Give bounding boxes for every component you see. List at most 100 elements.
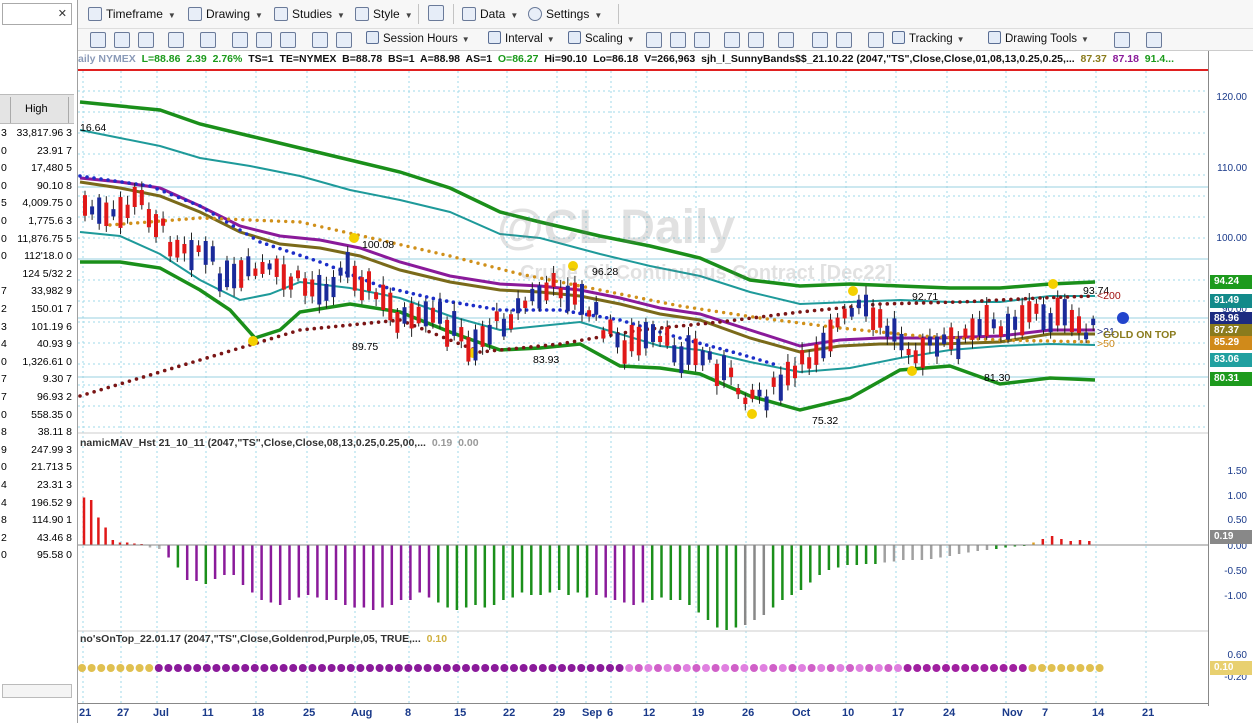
ma50-dotted: [427, 249, 431, 253]
watchlist-row[interactable]: 4 23.31 3: [0, 477, 74, 494]
gold-on-top-dot: [1076, 664, 1085, 672]
gold-on-top-dot: [894, 664, 902, 672]
watchlist-row[interactable]: 0 95.58 0: [0, 547, 74, 564]
watchlist-row[interactable]: 8 38.11 8: [0, 424, 74, 441]
ma200-dotted: [514, 346, 519, 351]
style-menu[interactable]: Style ▼: [355, 5, 413, 25]
hollow-candle-icon[interactable]: [694, 32, 710, 48]
gold-on-top-dot: [145, 664, 154, 672]
candle-body: [956, 338, 961, 360]
ma200-dotted: [696, 322, 700, 326]
timeframe-menu[interactable]: Timeframe ▼: [88, 5, 176, 25]
ma200-dotted: [362, 321, 367, 326]
price-chart[interactable]: [78, 71, 1208, 703]
date-axis[interactable]: 21 27 Jul 11 18 25 Aug 8 15 22 29 Sep 6 12 19 26 Oct 10 17…: [78, 703, 1208, 723]
refresh-icon[interactable]: [90, 32, 106, 48]
reload-icon[interactable]: [114, 32, 130, 48]
cloud-icon[interactable]: [1146, 32, 1162, 48]
layout-split-icon[interactable]: [778, 32, 794, 48]
watchlist-row[interactable]: 0 21.713 5: [0, 459, 74, 476]
scaling-menu[interactable]: Scaling ▼: [568, 31, 635, 49]
data-menu[interactable]: Data ▼: [462, 5, 518, 25]
watchlist-row[interactable]: 7 33,982 9: [0, 283, 74, 300]
watchlist-row[interactable]: 0 90.10 8: [0, 178, 74, 195]
watchlist-row[interactable]: 0 11,876.75 5: [0, 231, 74, 248]
search-icon[interactable]: [168, 32, 184, 48]
layout-icon[interactable]: [428, 5, 444, 21]
candle-body: [899, 333, 904, 351]
add-chart-icon[interactable]: [1114, 32, 1130, 48]
speedometer-icon[interactable]: [200, 32, 216, 48]
blue-dotted-ma: [718, 346, 722, 351]
drawing-menu[interactable]: Drawing ▼: [188, 5, 263, 25]
ma200-dotted: [987, 298, 991, 303]
watchlist-row[interactable]: 9 247.99 3: [0, 442, 74, 459]
volume-bars-icon[interactable]: [724, 32, 740, 48]
watchlist-row[interactable]: 0 23.91 7: [0, 143, 74, 160]
tracking-menu[interactable]: Tracking ▼: [892, 31, 965, 49]
dot-bars-icon[interactable]: [748, 32, 764, 48]
candle-body: [892, 318, 897, 342]
drawing-tools-menu[interactable]: Drawing Tools ▼: [988, 31, 1089, 49]
candle-body: [537, 285, 542, 309]
format-icon[interactable]: [336, 32, 352, 48]
bar-chart-icon[interactable]: [646, 32, 662, 48]
chart-wave-icon[interactable]: [280, 32, 296, 48]
watchlist-row[interactable]: 4 40.93 9: [0, 336, 74, 353]
candle-body: [146, 209, 151, 228]
watchlist-row[interactable]: 0 112'18.0 0: [0, 248, 74, 265]
zoom-out-icon[interactable]: [836, 32, 852, 48]
column-header-high[interactable]: High: [25, 103, 48, 115]
row-prefix: 0: [1, 179, 7, 192]
candle-chart-icon[interactable]: [670, 32, 686, 48]
chart-area-icon[interactable]: [256, 32, 272, 48]
watchlist-row[interactable]: 124 5/32 2: [0, 266, 74, 283]
watchlist-row[interactable]: 7 9.30 7: [0, 371, 74, 388]
ma200-dotted: [212, 353, 217, 358]
blue-dotted-ma: [424, 295, 429, 299]
blue-dotted-ma: [155, 187, 159, 191]
zoom-in-icon[interactable]: [812, 32, 828, 48]
price-annotation: 96.28: [592, 266, 619, 278]
interval-menu[interactable]: Interval ▼: [488, 31, 555, 49]
watchlist-row[interactable]: 0 1,775.6 3: [0, 213, 74, 230]
settings-menu[interactable]: Settings ▼: [528, 5, 602, 25]
grid-icon[interactable]: [138, 32, 154, 48]
watchlist-row[interactable]: 3 33,817.96 3: [0, 125, 74, 142]
row-prefix: 7: [1, 373, 7, 386]
watchlist-row[interactable]: 2 43.46 8: [0, 530, 74, 547]
session-hours-menu[interactable]: Session Hours ▼: [366, 31, 470, 49]
ma50-dotted: [627, 294, 631, 298]
watchlist-row[interactable]: 8 114.90 1: [0, 512, 74, 529]
watchlist-row[interactable]: 0 1,326.61 0: [0, 354, 74, 371]
horizontal-scrollbar[interactable]: [2, 684, 72, 698]
blue-dotted-ma: [318, 260, 322, 264]
price-axis[interactable]: 120.00110.00100.0090.0080.0094.2491.4988…: [1208, 51, 1253, 706]
ma200-dotted: [198, 358, 202, 362]
gold-on-top-dot: [577, 664, 586, 672]
crosshair-grid-icon[interactable]: [868, 32, 884, 48]
study-value-1: 87.37: [1080, 53, 1107, 65]
watchlist-row[interactable]: 0 17,480 5: [0, 160, 74, 177]
chart-line-icon[interactable]: [232, 32, 248, 48]
drawing-tools-icon: [988, 31, 1001, 44]
studies-icon: [274, 7, 288, 21]
watchlist-row[interactable]: 4 196.52 9: [0, 495, 74, 512]
ma200-dotted: [674, 324, 679, 329]
ma200-dotted: [369, 321, 374, 325]
watchlist-row[interactable]: 3 101.19 6: [0, 319, 74, 336]
blue-dotted-ma: [598, 314, 602, 319]
oscillator-value-tag: 0.19: [1210, 530, 1252, 544]
candle-body: [714, 363, 719, 387]
symbol-search-input[interactable]: ✕: [2, 3, 72, 25]
watchlist-row[interactable]: 0 558.35 0: [0, 407, 74, 424]
blue-dotted-ma: [511, 308, 516, 312]
close-icon[interactable]: ✕: [58, 7, 67, 20]
watchlist-row[interactable]: 5 4,009.75 0: [0, 195, 74, 212]
watchlist-row[interactable]: 2 150.01 7: [0, 301, 74, 318]
studies-menu[interactable]: Studies ▼: [274, 5, 345, 25]
row-prefix: 0: [1, 250, 7, 263]
gold-on-top-dot: [884, 664, 893, 672]
watchlist-row[interactable]: 7 96.93 2: [0, 389, 74, 406]
settings-gear-icon[interactable]: [312, 32, 328, 48]
